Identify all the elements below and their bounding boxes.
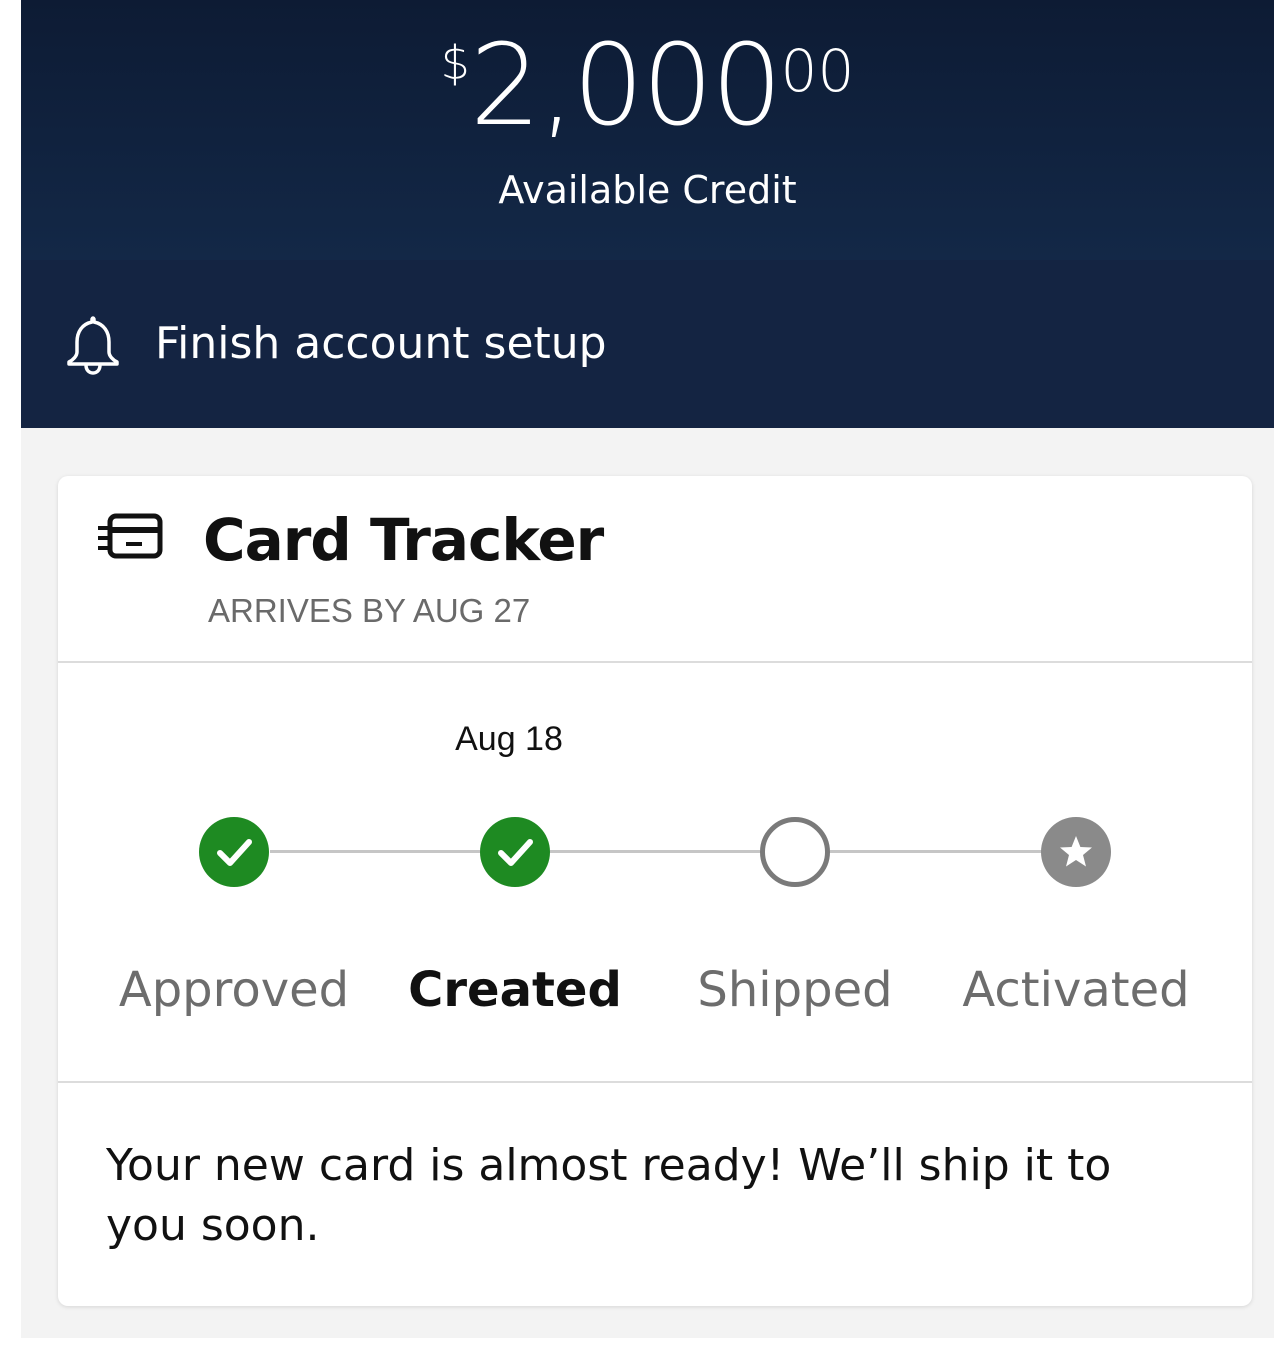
- finish-setup-banner[interactable]: Finish account setup: [21, 260, 1274, 428]
- step-label-activated: Activated: [962, 962, 1190, 1018]
- step-label-approved: Approved: [118, 962, 350, 1018]
- step-shipped-empty-circle-icon: [760, 817, 830, 887]
- balance-whole: 2,000: [469, 21, 783, 151]
- tracker-status-message: Your new card is almost ready! We’ll shi…: [106, 1140, 1112, 1251]
- step-approved-check-icon: [199, 817, 269, 887]
- card-tracker-panel: Card Tracker ARRIVES BY AUG 27 Aug 18 Ap…: [58, 476, 1252, 1306]
- progress-line: [270, 850, 480, 853]
- card-tracker-title: Card Tracker: [203, 506, 604, 574]
- credit-card-icon: [98, 513, 163, 559]
- step-date-created: Aug 18: [455, 720, 563, 758]
- finish-setup-label: Finish account setup: [155, 318, 607, 369]
- app-screen: $2,00000 Available Credit Finish account…: [21, 0, 1274, 1338]
- progress-line: [830, 850, 1042, 853]
- arrival-date: ARRIVES BY AUG 27: [208, 592, 531, 629]
- currency-symbol: $: [440, 36, 470, 90]
- step-label-shipped: Shipped: [697, 962, 893, 1018]
- divider: [58, 661, 1252, 663]
- bell-icon: [67, 316, 119, 375]
- available-credit-label: Available Credit: [498, 168, 797, 212]
- divider: [58, 1081, 1252, 1083]
- step-label-created: Created: [408, 962, 622, 1018]
- available-credit-amount: $2,00000: [21, 30, 1274, 142]
- balance-header: $2,00000 Available Credit: [21, 0, 1274, 260]
- balance-cents: 00: [780, 37, 855, 105]
- step-created-check-icon: [480, 817, 550, 887]
- progress-line: [550, 850, 760, 853]
- step-activated-star-icon: [1041, 817, 1111, 887]
